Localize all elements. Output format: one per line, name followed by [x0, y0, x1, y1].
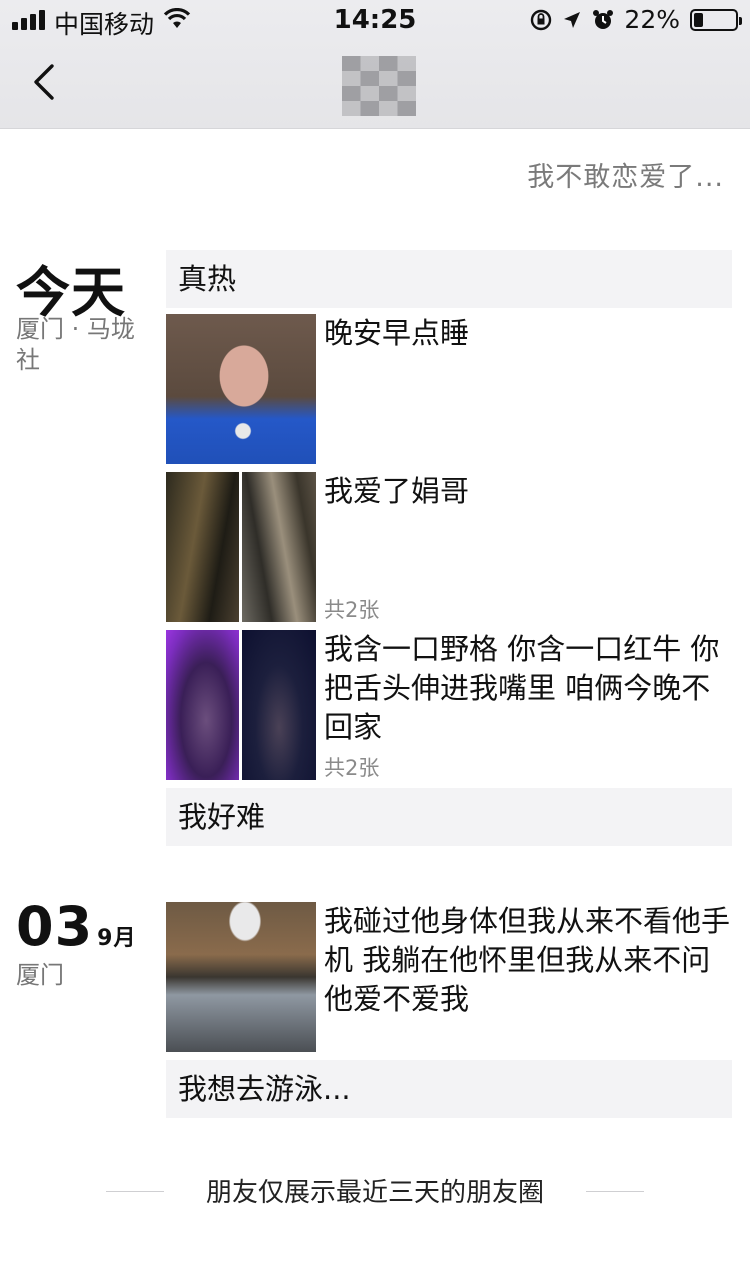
post-photos[interactable]	[166, 314, 316, 464]
photo-thumbnail[interactable]	[242, 472, 316, 622]
location-label: 厦门	[16, 961, 64, 989]
location-label: 厦门 · 马垅社	[16, 315, 135, 374]
divider	[586, 1191, 644, 1192]
status-right: 22%	[530, 5, 742, 34]
photo-thumbnail[interactable]	[166, 630, 239, 780]
post-photos[interactable]	[166, 630, 316, 780]
location-arrow-icon	[564, 11, 581, 28]
photo-post[interactable]: 晚安早点睡	[166, 314, 732, 464]
month-text: 9月	[97, 926, 137, 951]
text-post[interactable]: 真热	[166, 250, 732, 308]
nav-title-blurred	[342, 56, 416, 116]
photo-thumbnail[interactable]	[166, 472, 239, 622]
post-caption: 我碰过他身体但我从来不看他手机 我躺在他怀里但我从来不问他爱不爱我	[324, 904, 731, 1016]
post-caption: 我含一口野格 你含一口红牛 你把舌头伸进我嘴里 咱俩今晚不回家	[324, 632, 720, 744]
photo-count: 共2张	[324, 598, 380, 622]
post-caption: 晚安早点睡	[324, 316, 470, 350]
feed-footer: 朋友仅展示最近三天的朋友圈	[0, 1172, 750, 1212]
photo-thumbnail[interactable]	[166, 902, 316, 1052]
photo-post[interactable]: 我爱了娟哥 共2张	[166, 472, 732, 622]
photo-post[interactable]: 我含一口野格 你含一口红牛 你把舌头伸进我嘴里 咱俩今晚不回家 共2张	[166, 630, 732, 780]
photo-count: 共2张	[324, 756, 380, 780]
post-caption: 我爱了娟哥	[324, 474, 470, 508]
status-bar: 中国移动 14:25 22%	[0, 0, 750, 40]
post-photos[interactable]	[166, 472, 316, 622]
top-bar: 中国移动 14:25 22%	[0, 0, 750, 129]
text-post[interactable]: 我好难	[166, 788, 732, 846]
battery-percent: 22%	[624, 5, 680, 34]
photo-thumbnail[interactable]	[166, 314, 316, 464]
photo-post[interactable]: 我碰过他身体但我从来不看他手机 我躺在他怀里但我从来不问他爱不爱我	[166, 902, 732, 1052]
post-photos[interactable]	[166, 902, 316, 1052]
battery-fill	[694, 12, 703, 27]
profile-signature: 我不敢恋爱了...	[527, 162, 724, 193]
rotation-lock-icon	[531, 9, 552, 30]
day-text: 03	[16, 895, 94, 958]
text-post[interactable]: 我想去游泳...	[166, 1060, 732, 1118]
alarm-icon	[593, 9, 614, 29]
chevron-left-icon[interactable]	[30, 62, 66, 102]
battery-icon	[690, 8, 742, 31]
date-label: 03 9月	[16, 895, 136, 958]
photo-thumbnail[interactable]	[242, 630, 316, 780]
